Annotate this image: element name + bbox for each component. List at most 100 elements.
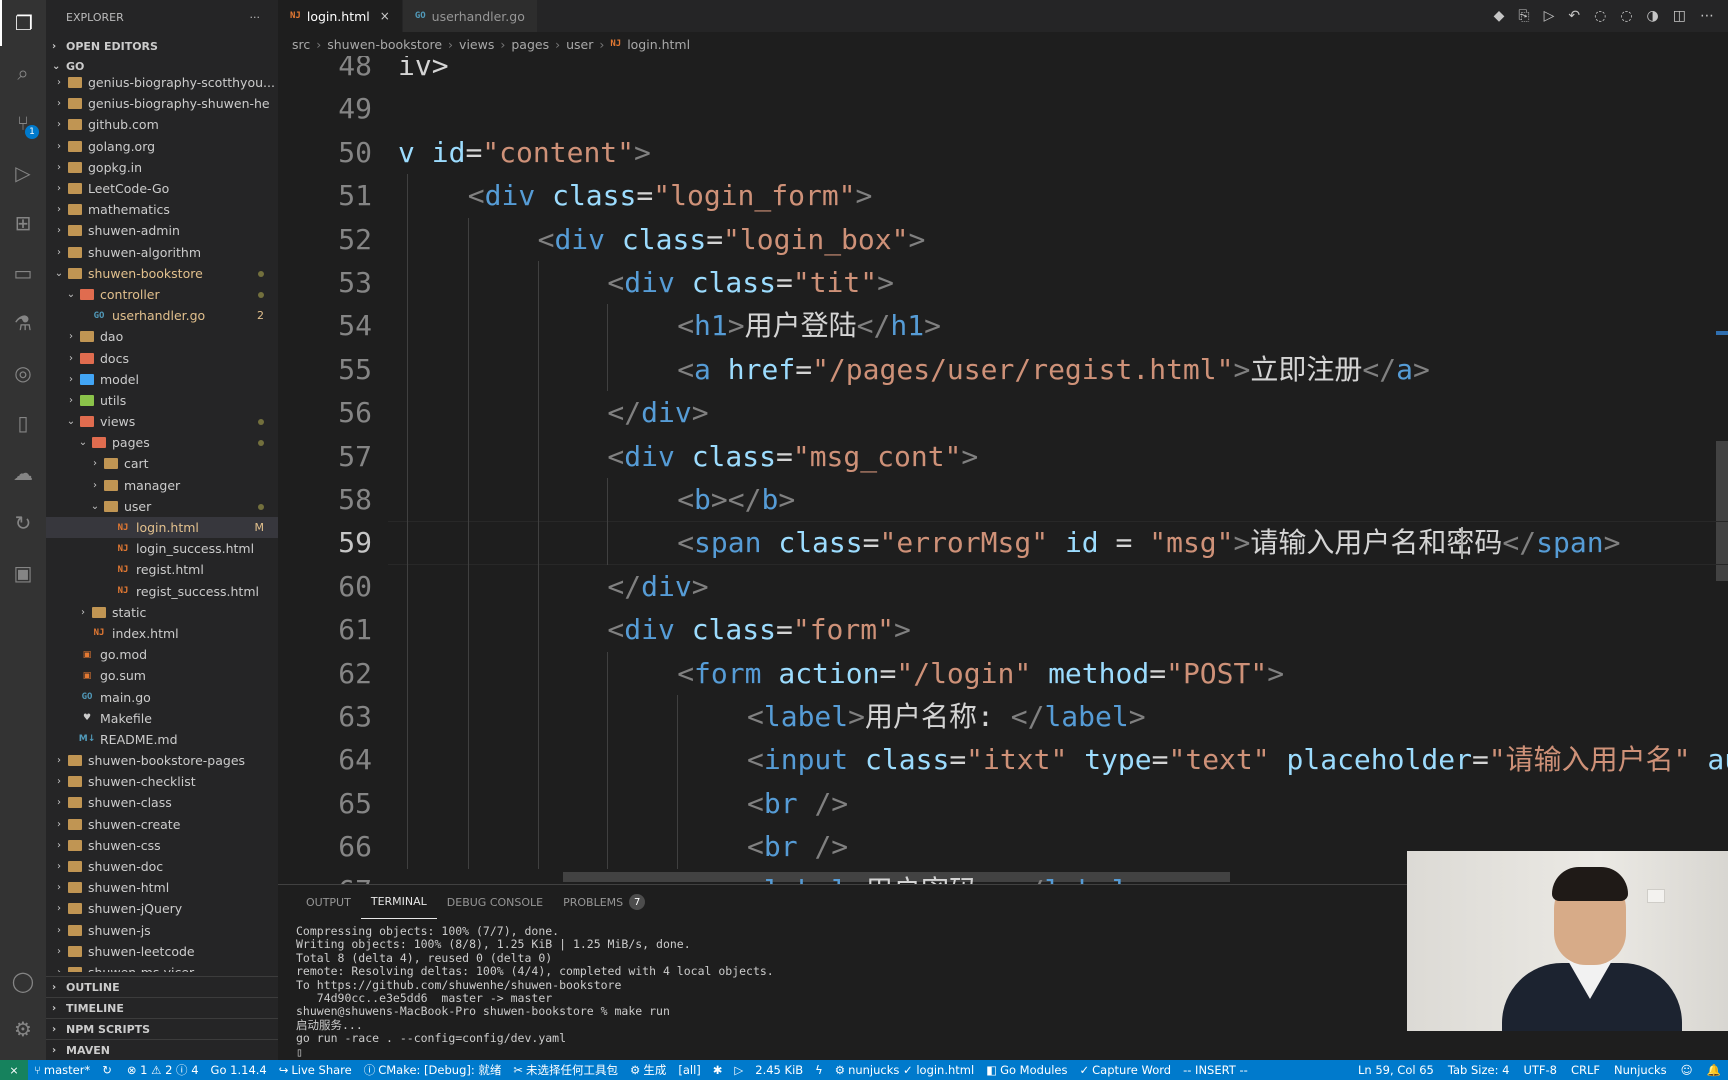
status-item-right[interactable]: CRLF <box>1564 1063 1607 1077</box>
code-line[interactable]: 57 <div class="msg_cont"> <box>278 435 1728 478</box>
code-line[interactable]: 60 </div> <box>278 565 1728 608</box>
next-change-icon[interactable]: ◌ <box>1620 8 1632 24</box>
tree-item[interactable]: › dao <box>46 326 278 347</box>
account-icon[interactable]: ◯ <box>0 958 46 1004</box>
code-editor[interactable]: 48 iv> 49 50 v id="content"> 51 <div class="lo… <box>278 56 1728 884</box>
tree-item[interactable]: › mathematics <box>46 199 278 220</box>
tree-item[interactable]: ▣ go.mod <box>46 644 278 665</box>
explorer-icon[interactable]: ❐ <box>0 0 46 46</box>
open-editors-section[interactable]: › OPEN EDITORS <box>46 36 278 56</box>
tree-item[interactable]: NJ regist.html <box>46 559 278 580</box>
tree-item[interactable]: › shuwen-jQuery <box>46 898 278 919</box>
tree-item[interactable]: ⌄ views <box>46 411 278 432</box>
code-line[interactable]: 62 <form action="/login" method="POST"> <box>278 652 1728 695</box>
more-actions-icon[interactable]: ··· <box>250 11 261 24</box>
status-item[interactable]: ⊗ 1 ⚠ 2 ⓘ 4 <box>118 1062 205 1078</box>
tree-item[interactable]: ⌄ controller <box>46 284 278 305</box>
panel-tab-debug-console[interactable]: DEBUG CONSOLE <box>437 885 553 919</box>
tree-item[interactable]: › LeetCode-Go <box>46 178 278 199</box>
run-debug-icon[interactable]: ▷ <box>0 150 46 196</box>
tree-item[interactable]: GO userhandler.go 2 <box>46 305 278 326</box>
status-item[interactable]: ⑂ master* <box>28 1063 96 1077</box>
status-item[interactable]: Go 1.14.4 <box>205 1063 273 1077</box>
compare-icon[interactable]: ⎘ <box>1518 8 1529 24</box>
breadcrumb-item[interactable]: login.html <box>627 37 690 52</box>
status-item[interactable]: ✱ <box>707 1063 729 1077</box>
tree-item[interactable]: NJ login_success.html <box>46 538 278 559</box>
extensions-icon[interactable]: ⊞ <box>0 200 46 246</box>
remote-icon[interactable]: ⨯ <box>0 1060 28 1080</box>
tree-item[interactable]: › golang.org <box>46 136 278 157</box>
remote-explorer-icon[interactable]: ▭ <box>0 250 46 296</box>
code-line[interactable]: 55 <a href="/pages/user/regist.html">立即注册… <box>278 348 1728 391</box>
tree-item[interactable]: › gopkg.in <box>46 157 278 178</box>
open-changes-icon[interactable]: ◑ <box>1647 8 1659 24</box>
status-item-right[interactable]: Tab Size: 4 <box>1441 1063 1517 1077</box>
tree-item[interactable]: › shuwen-checklist <box>46 771 278 792</box>
tree-item[interactable]: › shuwen-admin <box>46 220 278 241</box>
tree-item[interactable]: NJ login.html M <box>46 516 278 539</box>
code-line[interactable]: 58 <b></b> <box>278 478 1728 521</box>
search-icon[interactable]: ⌕ <box>0 50 46 96</box>
tree-item[interactable]: › model <box>46 369 278 390</box>
status-item[interactable]: ◧ Go Modules <box>980 1063 1073 1077</box>
tab-login-html[interactable]: NJ login.html × <box>278 0 403 32</box>
tree-item[interactable]: › shuwen-ms-vicer <box>46 962 278 972</box>
tree-item[interactable]: ⌄ shuwen-bookstore <box>46 263 278 284</box>
live-share-icon[interactable]: ↻ <box>0 500 46 546</box>
code-line[interactable]: 64 <input class="itxt" type="text" placeh… <box>278 738 1728 781</box>
tree-item[interactable]: ♥ Makefile <box>46 708 278 729</box>
code-line[interactable]: 49 <box>278 87 1728 130</box>
code-line[interactable]: 52 <div class="login_box"> <box>278 218 1728 261</box>
tree-item[interactable]: ⌄ pages <box>46 432 278 453</box>
tree-item[interactable]: › shuwen-class <box>46 792 278 813</box>
more-actions-icon[interactable]: ⋯ <box>1700 8 1714 24</box>
status-item[interactable]: [all] <box>672 1063 706 1077</box>
tree-item[interactable]: › shuwen-algorithm <box>46 242 278 263</box>
code-line[interactable]: 63 <label>用户名称: </label> <box>278 695 1728 738</box>
status-item-right[interactable]: 🔔 <box>1700 1063 1728 1077</box>
tree-item[interactable]: › genius-biography-shuwen-he <box>46 93 278 114</box>
tree-item[interactable]: NJ index.html <box>46 623 278 644</box>
status-item-right[interactable]: ☺ <box>1674 1063 1700 1077</box>
maven-section[interactable]: › MAVEN <box>46 1039 278 1060</box>
status-item[interactable]: ⚙ 生成 <box>624 1062 672 1078</box>
status-item-right[interactable]: Nunjucks <box>1607 1063 1674 1077</box>
code-line[interactable]: 61 <div class="form"> <box>278 608 1728 651</box>
status-item[interactable]: 2.45 KiB <box>749 1063 809 1077</box>
tree-item[interactable]: › shuwen-js <box>46 920 278 941</box>
split-editor-icon[interactable]: ◫ <box>1673 8 1686 24</box>
code-line[interactable]: 48 iv> <box>278 56 1728 87</box>
code-line[interactable]: 59 <span class="errorMsg" id = "msg">请输入用… <box>278 521 1728 565</box>
git-icon[interactable]: ◆ <box>1494 8 1505 24</box>
status-item-right[interactable]: Ln 59, Col 65 <box>1351 1063 1441 1077</box>
status-item[interactable]: ⓘ CMake: [Debug]: 就绪 <box>358 1062 508 1078</box>
window-icon[interactable]: ▣ <box>0 550 46 596</box>
git-graph-icon[interactable]: ◎ <box>0 350 46 396</box>
status-item[interactable]: ✂ 未选择任何工具包 <box>507 1062 624 1078</box>
code-line[interactable]: 56 </div> <box>278 391 1728 434</box>
run-icon[interactable]: ▷ <box>1544 8 1555 24</box>
source-control-icon[interactable]: ⑂ 1 <box>0 100 46 146</box>
tree-item[interactable]: › static <box>46 602 278 623</box>
tree-item[interactable]: › shuwen-leetcode <box>46 941 278 962</box>
timeline-section[interactable]: › TIMELINE <box>46 997 278 1018</box>
code-line[interactable]: 65 <br /> <box>278 782 1728 825</box>
status-item-right[interactable]: UTF-8 <box>1516 1063 1564 1077</box>
status-item[interactable]: ⚙ nunjucks ✓ login.html <box>829 1063 980 1077</box>
tree-item[interactable]: ▣ go.sum <box>46 665 278 686</box>
tree-item[interactable]: › utils <box>46 390 278 411</box>
panel-tab-problems[interactable]: PROBLEMS 7 <box>553 885 655 919</box>
npm-scripts-section[interactable]: › NPM SCRIPTS <box>46 1018 278 1039</box>
tree-item[interactable]: GO main.go <box>46 686 278 707</box>
panel-tab-output[interactable]: OUTPUT <box>296 885 361 919</box>
tree-item[interactable]: › cart <box>46 453 278 474</box>
breadcrumb-item[interactable]: src <box>292 37 310 52</box>
tree-item[interactable]: › shuwen-css <box>46 835 278 856</box>
tree-item[interactable]: › github.com <box>46 114 278 135</box>
outline-section[interactable]: › OUTLINE <box>46 976 278 997</box>
status-item[interactable]: ✓ Capture Word <box>1074 1063 1178 1077</box>
panel-tab-terminal[interactable]: TERMINAL <box>360 885 437 919</box>
breadcrumb-item[interactable]: user <box>566 37 593 52</box>
go-back-icon[interactable]: ↶ <box>1568 8 1580 24</box>
